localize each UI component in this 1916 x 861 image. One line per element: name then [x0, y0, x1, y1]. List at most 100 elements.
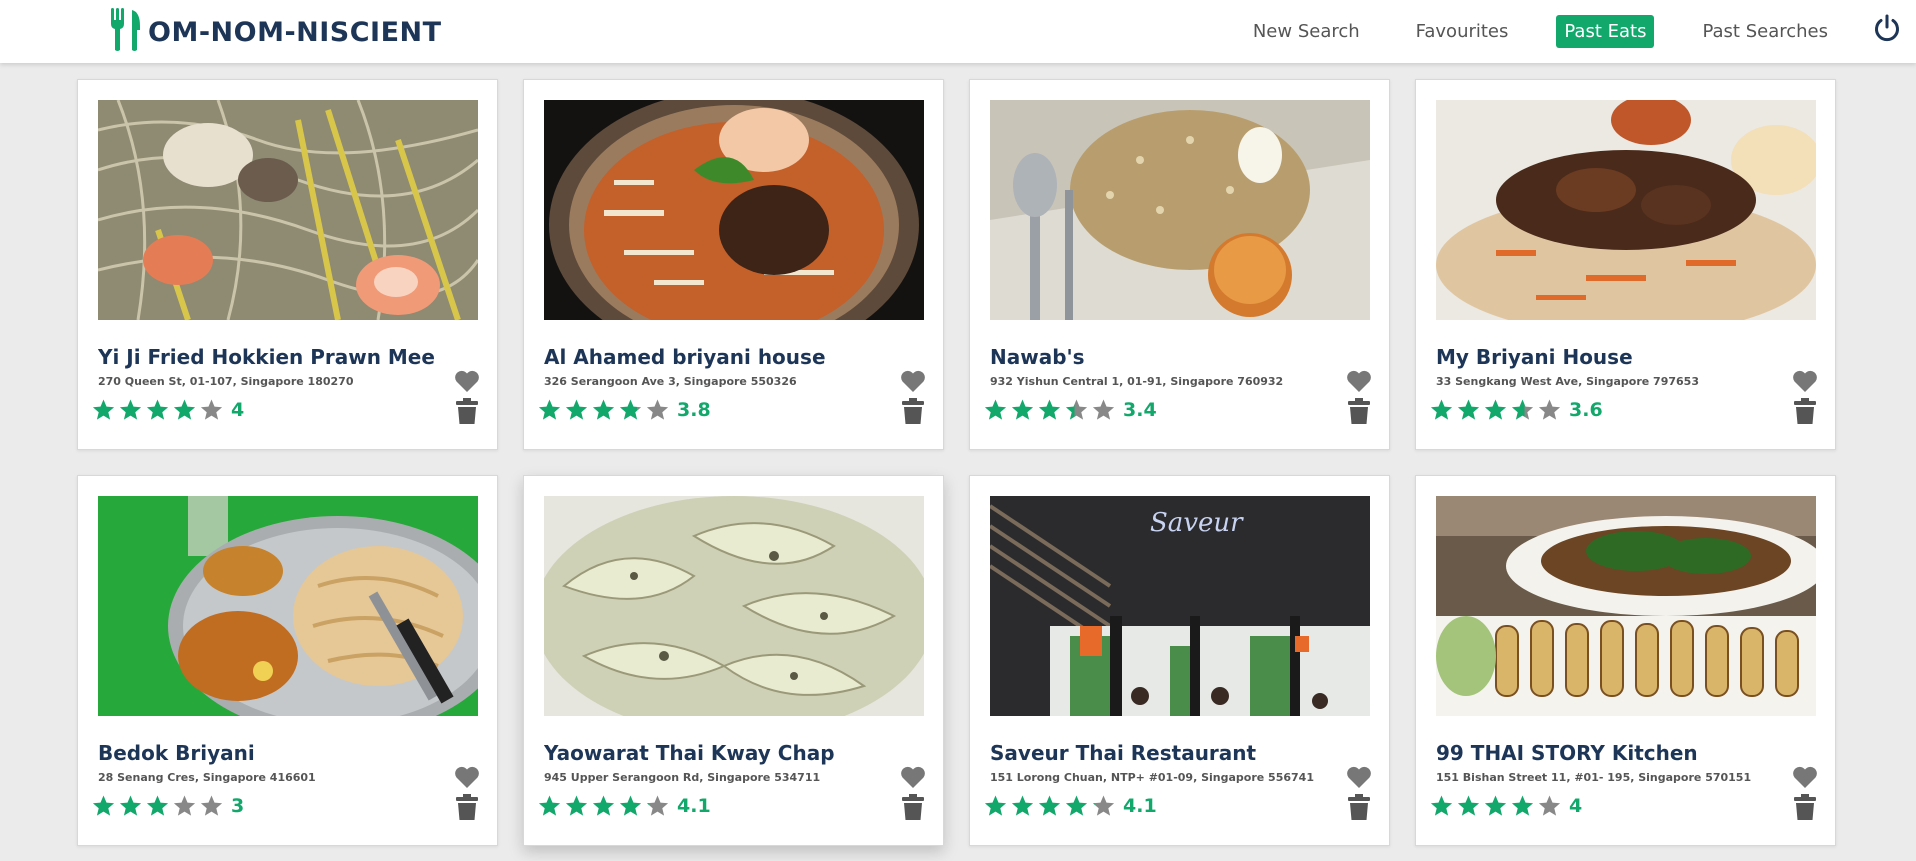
star-icon [200, 795, 223, 816]
star-icon [173, 795, 196, 816]
star-icon [538, 795, 561, 816]
star-icon [146, 399, 169, 420]
rating-value: 3 [231, 795, 245, 817]
heart-icon[interactable] [454, 369, 480, 393]
trash-icon[interactable] [902, 794, 924, 820]
restaurant-name: My Briyani House [1436, 345, 1633, 369]
biryani-plate-photo [990, 100, 1370, 320]
rating-value: 4 [1569, 795, 1583, 817]
rating-value: 4.1 [1123, 795, 1157, 817]
rating: 4 [90, 398, 244, 422]
trash-icon[interactable] [902, 398, 924, 424]
trash-icon[interactable] [1348, 398, 1370, 424]
star-icon [1484, 399, 1507, 420]
restaurant-card[interactable]: My Briyani House 33 Sengkang West Ave, S… [1415, 79, 1836, 450]
trash-icon[interactable] [1348, 794, 1370, 820]
restaurant-address: 326 Serangoon Ave 3, Singapore 550326 [544, 375, 797, 388]
star-rating [90, 398, 225, 422]
trash-icon[interactable] [456, 794, 478, 820]
star-icon [592, 795, 615, 816]
restaurant-name: 99 THAI STORY Kitchen [1436, 741, 1698, 765]
star-icon [1065, 399, 1088, 420]
star-icon [1430, 399, 1453, 420]
rating: 3.6 [1428, 398, 1603, 422]
biryani-bowl-photo [544, 100, 924, 320]
star-icon [119, 795, 142, 816]
restaurant-card[interactable]: 99 THAI STORY Kitchen 151 Bishan Street … [1415, 475, 1836, 846]
heart-icon[interactable] [900, 765, 926, 789]
restaurant-name: Yaowarat Thai Kway Chap [544, 741, 835, 765]
navbar: OM-NOM-NISCIENT New Search Favourites Pa… [0, 0, 1916, 63]
logo-text: OM-NOM-NISCIENT [148, 16, 442, 48]
past-eats-grid: Yi Ji Fried Hokkien Prawn Mee 270 Queen … [77, 79, 1836, 846]
restaurant-card[interactable]: Bedok Briyani 28 Senang Cres, Singapore … [77, 475, 498, 846]
star-icon [646, 399, 669, 420]
restaurant-card[interactable]: Nawab's 932 Yishun Central 1, 01-91, Sin… [969, 79, 1390, 450]
star-icon [592, 399, 615, 420]
star-icon [984, 399, 1007, 420]
app-logo[interactable]: OM-NOM-NISCIENT [110, 6, 442, 52]
heart-icon[interactable] [900, 369, 926, 393]
rating: 3 [90, 794, 244, 818]
rating: 4 [1428, 794, 1582, 818]
nav-new-search[interactable]: New Search [1245, 15, 1368, 48]
star-rating [90, 794, 225, 818]
star-icon [565, 795, 588, 816]
star-icon [1457, 399, 1480, 420]
star-icon [1457, 795, 1480, 816]
star-rating [982, 398, 1117, 422]
restaurant-address: 28 Senang Cres, Singapore 416601 [98, 771, 316, 784]
restaurant-card[interactable]: Yaowarat Thai Kway Chap 945 Upper Serang… [523, 475, 944, 846]
star-icon [1538, 795, 1561, 816]
rating-value: 3.4 [1123, 399, 1157, 421]
star-icon [1538, 399, 1561, 420]
star-icon [1092, 795, 1115, 816]
squid-kangkong-photo [1436, 496, 1816, 716]
star-icon [1430, 795, 1453, 816]
heart-icon[interactable] [454, 765, 480, 789]
star-icon [1011, 399, 1034, 420]
star-icon [984, 795, 1007, 816]
restaurant-address: 151 Lorong Chuan, NTP+ #01-09, Singapore… [990, 771, 1314, 784]
restaurant-card[interactable]: Saveur Saveur Thai Restaurant 151 Lorong… [969, 475, 1390, 846]
star-rating [982, 794, 1117, 818]
rating: 3.8 [536, 398, 711, 422]
rating: 4.1 [982, 794, 1157, 818]
rating-value: 3.8 [677, 399, 711, 421]
nav-links: New Search Favourites Past Eats Past Sea… [1205, 15, 1836, 48]
trash-icon[interactable] [456, 398, 478, 424]
restaurant-name: Nawab's [990, 345, 1085, 369]
star-icon [1484, 795, 1507, 816]
heart-icon[interactable] [1346, 765, 1372, 789]
power-icon[interactable] [1872, 13, 1902, 43]
star-icon [538, 399, 561, 420]
fork-knife-icon [111, 8, 140, 51]
trash-icon[interactable] [1794, 794, 1816, 820]
star-icon [92, 795, 115, 816]
star-rating [1428, 398, 1563, 422]
star-icon [173, 399, 196, 420]
svg-text:Saveur: Saveur [1150, 508, 1244, 538]
restaurant-card[interactable]: Yi Ji Fried Hokkien Prawn Mee 270 Queen … [77, 79, 498, 450]
heart-icon[interactable] [1792, 369, 1818, 393]
star-rating [536, 794, 671, 818]
restaurant-name: Saveur Thai Restaurant [990, 741, 1257, 765]
nav-favourites[interactable]: Favourites [1408, 15, 1517, 48]
heart-icon[interactable] [1792, 765, 1818, 789]
fried-cabbage-photo [544, 496, 924, 716]
star-icon [565, 399, 588, 420]
restaurant-address: 932 Yishun Central 1, 01-91, Singapore 7… [990, 375, 1284, 388]
nav-past-eats[interactable]: Past Eats [1556, 15, 1655, 48]
star-icon [1511, 399, 1534, 420]
star-icon [92, 399, 115, 420]
nav-past-searches[interactable]: Past Searches [1694, 15, 1836, 48]
restaurant-address: 151 Bishan Street 11, #01- 195, Singapor… [1436, 771, 1752, 784]
trash-icon[interactable] [1794, 398, 1816, 424]
restaurant-card[interactable]: Al Ahamed briyani house 326 Serangoon Av… [523, 79, 944, 450]
star-icon [146, 795, 169, 816]
star-icon [1011, 795, 1034, 816]
heart-icon[interactable] [1346, 369, 1372, 393]
star-icon [1065, 795, 1088, 816]
star-icon [200, 399, 223, 420]
rating: 4.1 [536, 794, 711, 818]
